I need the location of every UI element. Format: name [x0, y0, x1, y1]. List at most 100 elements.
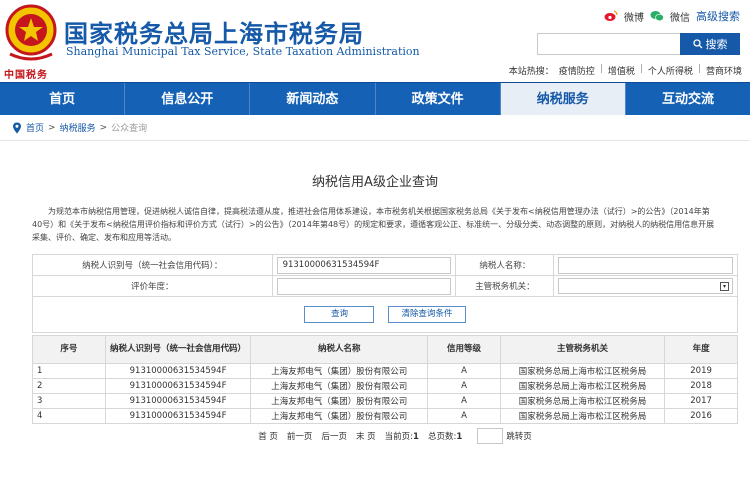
breadcrumb-separator: > [99, 122, 108, 133]
authority-cell: ▾ [553, 275, 738, 297]
row-year: 2017 [664, 393, 738, 409]
nav-item-policy[interactable]: 政策文件 [376, 83, 501, 115]
emblem-caption: 中国税务 [4, 70, 48, 81]
current-page-indicator: 当前页:1 [385, 430, 419, 442]
year-cell [271, 275, 457, 297]
hot-search-links: 本站热搜： 疫情防控 | 增值税 | 个人所得税 | 营商环境 [509, 64, 742, 77]
site-subtitle: Shanghai Municipal Tax Service, State Ta… [66, 45, 420, 58]
top-links: 微博 微信 高级搜索 [604, 8, 740, 24]
row-credit-level: A [427, 378, 501, 394]
row-taxpayer-id: 91310000631534594F [104, 363, 252, 379]
taxpayer-name-input[interactable] [558, 256, 733, 274]
search-input[interactable] [537, 33, 680, 55]
row-credit-level: A [427, 408, 501, 424]
prev-page-link[interactable]: 前一页 [287, 430, 313, 442]
form-buttons: 查询 清除查询条件 [32, 297, 738, 333]
search-icon [692, 39, 702, 49]
year-label: 评价年度： [32, 275, 273, 297]
col-header-taxpayer-name: 纳税人名称 [250, 335, 429, 364]
hot-link-vat[interactable]: 增值税 [608, 64, 635, 77]
hot-link-business[interactable]: 营商环境 [706, 64, 742, 77]
row-year: 2018 [664, 378, 738, 394]
wechat-icon[interactable] [650, 10, 664, 22]
tax-emblem-icon [5, 4, 57, 61]
row-credit-level: A [427, 393, 501, 409]
row-index: 2 [32, 378, 106, 394]
col-header-taxpayer-id: 纳税人识别号（统一社会信用代码） [104, 335, 252, 364]
row-taxpayer-id: 91310000631534594F [104, 393, 252, 409]
first-page-link[interactable]: 首 页 [258, 430, 278, 442]
divider: | [599, 64, 603, 74]
nav-item-home[interactable]: 首页 [0, 83, 126, 115]
taxpayer-id-cell: 91310000631534594F [271, 254, 457, 276]
location-pin-icon [13, 122, 21, 133]
hot-link-iit[interactable]: 个人所得税 [648, 64, 693, 77]
total-pages-value: 1 [456, 432, 463, 442]
table-row: 3 91310000631534594F 上海友邦电气（集团）股份有限公司 A … [32, 393, 738, 409]
hot-link-epidemic[interactable]: 疫情防控 [559, 64, 595, 77]
divider: | [639, 64, 643, 74]
site-title: 国家税务总局上海市税务局 [64, 20, 364, 48]
nav-item-news[interactable]: 新闻动态 [250, 83, 376, 115]
advanced-search-link[interactable]: 高级搜索 [696, 8, 740, 24]
row-index: 4 [32, 408, 106, 424]
row-authority: 国家税务总局上海市松江区税务局 [499, 378, 666, 394]
hot-search-label: 本站热搜： [508, 67, 554, 77]
query-button[interactable]: 查询 [304, 306, 375, 323]
taxpayer-name-cell [553, 254, 738, 276]
col-header-authority: 主管税务机关 [499, 335, 666, 364]
jump-page-link[interactable]: 跳转页 [506, 430, 532, 442]
total-pages-indicator: 总页数:1 [428, 430, 462, 442]
pagination: 首 页 前一页 后一页 末 页 当前页:1 总页数:1 跳转页 [32, 428, 718, 444]
weibo-link[interactable]: 微博 [624, 9, 644, 24]
nav-item-interaction[interactable]: 互动交流 [626, 83, 750, 115]
current-page-value: 1 [413, 432, 419, 442]
chevron-down-icon[interactable]: ▾ [720, 282, 729, 291]
last-page-link[interactable]: 末 页 [356, 430, 376, 442]
table-row: 1 91310000631534594F 上海友邦电气（集团）股份有限公司 A … [32, 363, 738, 379]
row-taxpayer-name: 上海友邦电气（集团）股份有限公司 [250, 408, 429, 424]
row-taxpayer-id: 91310000631534594F [104, 378, 252, 394]
site-search: 搜索 [537, 33, 740, 55]
intro-paragraph: 为规范本市纳税信用管理，促进纳税人诚信自律，提高税法遵从度，推进社会信用体系建设… [32, 207, 715, 242]
authority-select[interactable]: ▾ [558, 278, 733, 294]
search-button[interactable]: 搜索 [680, 33, 740, 55]
nav-item-tax-service[interactable]: 纳税服务 [500, 83, 626, 115]
jump-page-input[interactable] [477, 428, 504, 444]
taxpayer-name-label: 纳税人名称： [455, 254, 555, 276]
divider: | [697, 64, 701, 74]
authority-label: 主管税务机关： [455, 275, 555, 297]
breadcrumb-tax-service[interactable]: 纳税服务 [60, 121, 96, 134]
wechat-link[interactable]: 微信 [670, 9, 690, 24]
query-form: 纳税人识别号（统一社会信用代码）： 91310000631534594F 纳税人… [32, 254, 738, 297]
year-input[interactable] [276, 277, 452, 295]
row-credit-level: A [427, 363, 501, 379]
clear-button[interactable]: 清除查询条件 [388, 306, 466, 323]
row-year: 2019 [664, 363, 738, 379]
breadcrumb-home[interactable]: 首页 [26, 121, 44, 134]
taxpayer-id-input[interactable]: 91310000631534594F [276, 256, 452, 274]
row-taxpayer-name: 上海友邦电气（集团）股份有限公司 [250, 363, 429, 379]
site-header: 中国税务 国家税务总局上海市税务局 Shanghai Municipal Tax… [0, 0, 750, 82]
row-taxpayer-id: 91310000631534594F [104, 408, 252, 424]
row-index: 3 [32, 393, 106, 409]
breadcrumb-separator: > [48, 122, 56, 133]
table-row: 4 91310000631534594F 上海友邦电气（集团）股份有限公司 A … [32, 408, 738, 424]
row-taxpayer-name: 上海友邦电气（集团）股份有限公司 [250, 393, 429, 409]
table-row: 2 91310000631534594F 上海友邦电气（集团）股份有限公司 A … [32, 378, 738, 394]
col-header-index: 序号 [32, 335, 106, 364]
current-page-label: 当前页: [384, 432, 414, 442]
breadcrumb-current: 公众查询 [111, 124, 148, 134]
main-content: 纳税信用A级企业查询 为规范本市纳税信用管理，促进纳税人诚信自律，提高税法遵从度… [10, 171, 740, 444]
row-index: 1 [32, 363, 106, 379]
col-header-credit-level: 信用等级 [427, 335, 501, 364]
next-page-link[interactable]: 后一页 [321, 430, 347, 442]
search-button-label: 搜索 [705, 39, 728, 51]
nav-item-info[interactable]: 信息公开 [125, 83, 251, 115]
main-nav: 首页 信息公开 新闻动态 政策文件 纳税服务 互动交流 [0, 82, 750, 115]
results-header-row: 序号 纳税人识别号（统一社会信用代码） 纳税人名称 信用等级 主管税务机关 年度 [32, 335, 738, 364]
weibo-icon[interactable] [604, 10, 618, 22]
col-header-year: 年度 [664, 335, 738, 364]
page-title: 纳税信用A级企业查询 [312, 175, 438, 190]
row-taxpayer-name: 上海友邦电气（集团）股份有限公司 [250, 378, 429, 394]
